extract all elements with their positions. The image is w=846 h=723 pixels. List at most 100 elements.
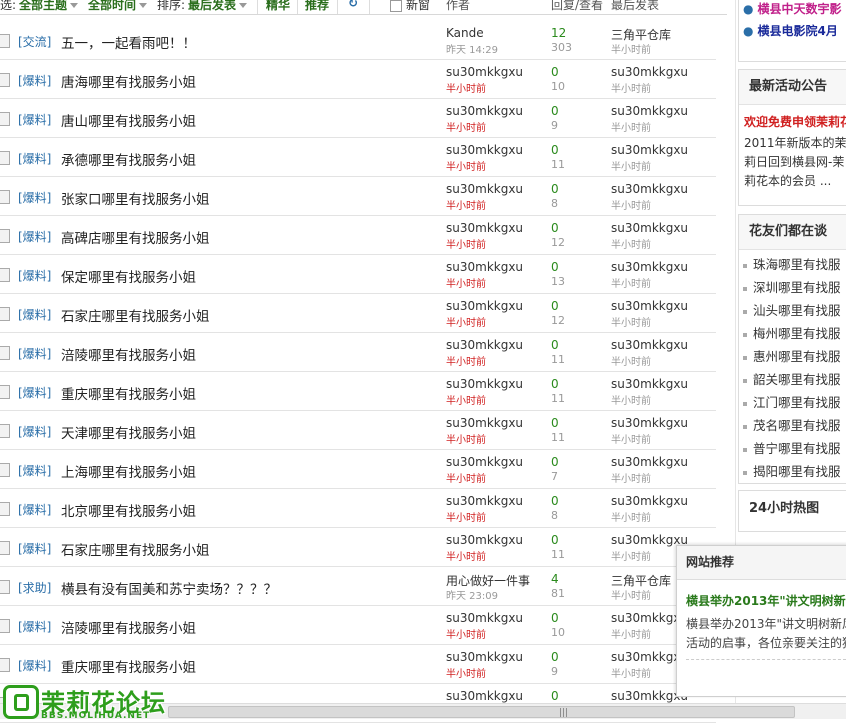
thread-author[interactable]: su30mkkgxu xyxy=(446,455,523,469)
thread-last-poster[interactable]: su30mkkgxu xyxy=(611,416,688,430)
thread-last-poster[interactable]: su30mkkgxu xyxy=(611,143,688,157)
thread-row[interactable]: [爆料] 高碑店哪里有找服务小姐 su30mkkgxu 半小时前 0 12 su30mkkg… xyxy=(0,216,716,255)
thread-row[interactable]: [爆料] 石家庄哪里有找服务小姐 su30mkkgxu 半小时前 0 11 su30mkkg… xyxy=(0,528,716,567)
thread-row[interactable]: [爆料] 石家庄哪里有找服务小姐 su30mkkgxu 半小时前 0 12 su30mkkg… xyxy=(0,294,716,333)
thread-last-poster[interactable]: su30mkkgxu xyxy=(611,221,688,235)
thread-tag[interactable]: [爆料] xyxy=(18,462,51,479)
recommend-title-link[interactable]: 横县举办2013年"讲文明树新 xyxy=(677,580,846,609)
thread-row[interactable]: [爆料] 上海哪里有找服务小姐 su30mkkgxu 半小时前 0 7 su30mkkgxu… xyxy=(0,450,716,489)
thread-author[interactable]: su30mkkgxu xyxy=(446,221,523,235)
thread-tag[interactable]: [爆料] xyxy=(18,72,51,89)
thread-row[interactable]: [爆料] 张家口哪里有找服务小姐 su30mkkgxu 半小时前 0 8 su30mkkgx… xyxy=(0,177,716,216)
thread-title[interactable]: 北京哪里有找服务小姐 xyxy=(61,500,196,520)
thread-last-poster[interactable]: su30mkkgxu xyxy=(611,182,688,196)
thread-title[interactable]: 保定哪里有找服务小姐 xyxy=(61,266,196,286)
checkbox-icon[interactable] xyxy=(390,0,402,12)
thread-author[interactable]: su30mkkgxu xyxy=(446,377,523,391)
hot-topic-item[interactable]: 普宁哪里有找服 xyxy=(743,437,846,460)
thread-author[interactable]: su30mkkgxu xyxy=(446,143,523,157)
thread-author[interactable]: su30mkkgxu xyxy=(446,416,523,430)
thread-row[interactable]: [爆料] 天津哪里有找服务小姐 su30mkkgxu 半小时前 0 11 su30mkkgx… xyxy=(0,411,716,450)
thread-author[interactable]: Kande xyxy=(446,26,484,40)
thread-tag[interactable]: [爆料] xyxy=(18,384,51,401)
thread-tag[interactable]: [爆料] xyxy=(18,618,51,635)
thread-title[interactable]: 五一，一起看雨吧！！ xyxy=(61,32,196,52)
thread-tag[interactable]: [爆料] xyxy=(18,345,51,362)
scrollbar-thumb[interactable]: ||| xyxy=(168,706,795,718)
thread-author[interactable]: su30mkkgxu xyxy=(446,650,523,664)
thread-last-poster[interactable]: su30mkkgxu xyxy=(611,299,688,313)
thread-last-poster[interactable]: su30mkkgxu xyxy=(611,65,688,79)
thread-author[interactable]: su30mkkgxu xyxy=(446,533,523,547)
thread-row[interactable]: [爆料] 北京哪里有找服务小姐 su30mkkgxu 半小时前 0 8 su30mkkgxu… xyxy=(0,489,716,528)
thread-author[interactable]: su30mkkgxu xyxy=(446,104,523,118)
thread-title[interactable]: 石家庄哪里有找服务小姐 xyxy=(61,305,210,325)
thread-row[interactable]: [爆料] 涪陵哪里有找服务小姐 su30mkkgxu 半小时前 0 10 su30mkkgx… xyxy=(0,606,716,645)
thread-title[interactable]: 唐山哪里有找服务小姐 xyxy=(61,110,196,130)
thread-tag[interactable]: [交流] xyxy=(18,33,51,50)
thread-title[interactable]: 涪陵哪里有找服务小姐 xyxy=(61,617,196,637)
new-window-toggle[interactable]: 新窗 xyxy=(390,0,430,13)
thread-title[interactable]: 重庆哪里有找服务小姐 xyxy=(61,656,196,676)
thread-row[interactable]: [爆料] 唐山哪里有找服务小姐 su30mkkgxu 半小时前 0 9 su30mkkgxu… xyxy=(0,99,716,138)
thread-author[interactable]: su30mkkgxu xyxy=(446,689,523,703)
thread-row[interactable]: [爆料] 重庆哪里有找服务小姐 su30mkkgxu 半小时前 0 11 su30mkkgx… xyxy=(0,372,716,411)
thread-title[interactable]: 重庆哪里有找服务小姐 xyxy=(61,383,196,403)
thread-title[interactable]: 石家庄哪里有找服务小姐 xyxy=(61,539,210,559)
thread-tag[interactable]: [爆料] xyxy=(18,111,51,128)
refresh-icon[interactable]: ↻ xyxy=(348,0,358,10)
thread-last-poster[interactable]: su30mkkgxu xyxy=(611,494,688,508)
thread-author[interactable]: su30mkkgxu xyxy=(446,299,523,313)
thread-tag[interactable]: [爆料] xyxy=(18,501,51,518)
thread-title[interactable]: 天津哪里有找服务小姐 xyxy=(61,422,196,442)
thread-author[interactable]: su30mkkgxu xyxy=(446,611,523,625)
thread-author[interactable]: su30mkkgxu xyxy=(446,182,523,196)
thread-row[interactable]: [求助] 横县有没有国美和苏宁卖场？？？？ 用心做好一件事 昨天 23:09 4 81 三角… xyxy=(0,567,716,606)
thread-title[interactable]: 上海哪里有找服务小姐 xyxy=(61,461,196,481)
thread-last-poster[interactable]: su30mkkgxu xyxy=(611,455,688,469)
thread-tag[interactable]: [求助] xyxy=(18,579,51,596)
notice-link[interactable]: 欢迎免费申领茉莉花 xyxy=(739,105,846,130)
thread-tag[interactable]: [爆料] xyxy=(18,189,51,206)
thread-row[interactable]: [爆料] 承德哪里有找服务小姐 su30mkkgxu 半小时前 0 11 su30mkkgx… xyxy=(0,138,716,177)
thread-row[interactable]: [爆料] 重庆哪里有找服务小姐 su30mkkgxu 半小时前 0 9 su30mkkgxu… xyxy=(0,645,716,684)
hot-topic-item[interactable]: 梅州哪里有找服 xyxy=(743,322,846,345)
thread-title[interactable]: 唐海哪里有找服务小姐 xyxy=(61,71,196,91)
thread-tag[interactable]: [爆料] xyxy=(18,228,51,245)
thread-tag[interactable]: [爆料] xyxy=(18,267,51,284)
thread-last-poster[interactable]: su30mkkgxu xyxy=(611,338,688,352)
hot-topic-item[interactable]: 珠海哪里有找服 xyxy=(743,253,846,276)
topic-filter-dropdown[interactable]: 全部主题 xyxy=(19,0,79,13)
sort-dropdown[interactable]: 最后发表 xyxy=(188,0,248,13)
thread-title[interactable]: 涪陵哪里有找服务小姐 xyxy=(61,344,196,364)
thread-author[interactable]: su30mkkgxu xyxy=(446,260,523,274)
hot-topic-item[interactable]: 惠州哪里有找服 xyxy=(743,345,846,368)
thread-row[interactable]: [爆料] 涪陵哪里有找服务小姐 su30mkkgxu 半小时前 0 11 su30mkkgx… xyxy=(0,333,716,372)
thread-last-poster[interactable]: su30mkkgxu xyxy=(611,377,688,391)
thread-tag[interactable]: [爆料] xyxy=(18,423,51,440)
thread-tag[interactable]: [爆料] xyxy=(18,657,51,674)
site-logo[interactable]: 茉莉花论坛 BBS.MOLIHUA.NET xyxy=(3,683,173,721)
thread-tag[interactable]: [爆料] xyxy=(18,306,51,323)
thread-tag[interactable]: [爆料] xyxy=(18,540,51,557)
thread-row[interactable]: [爆料] 唐海哪里有找服务小姐 su30mkkgxu 半小时前 0 10 su30mkkgx… xyxy=(0,60,716,99)
thread-last-poster[interactable]: su30mkkgxu xyxy=(611,260,688,274)
thread-tag[interactable]: [爆料] xyxy=(18,150,51,167)
thread-author[interactable]: su30mkkgxu xyxy=(446,65,523,79)
thread-last-poster[interactable]: su30mkkgxu xyxy=(611,104,688,118)
digest-filter-link[interactable]: 精华 xyxy=(266,0,290,13)
recommend-filter-link[interactable]: 推荐 xyxy=(305,0,329,13)
thread-title[interactable]: 承德哪里有找服务小姐 xyxy=(61,149,196,169)
hot-topic-item[interactable]: 汕头哪里有找服 xyxy=(743,299,846,322)
thread-row[interactable]: [交流] 五一，一起看雨吧！！ Kande 昨天 14:29 12 303 三角平仓库 半小时… xyxy=(0,21,716,60)
thread-row[interactable]: [爆料] 保定哪里有找服务小姐 su30mkkgxu 半小时前 0 13 su30mkkgx… xyxy=(0,255,716,294)
thread-author[interactable]: su30mkkgxu xyxy=(446,494,523,508)
hot-topic-item[interactable]: 江门哪里有找服 xyxy=(743,391,846,414)
time-filter-dropdown[interactable]: 全部时间 xyxy=(88,0,148,13)
hot-topic-item[interactable]: 揭阳哪里有找服 xyxy=(743,460,846,483)
thread-title[interactable]: 张家口哪里有找服务小姐 xyxy=(61,188,210,208)
hot-topic-item[interactable]: 韶关哪里有找服 xyxy=(743,368,846,391)
thread-title[interactable]: 高碑店哪里有找服务小姐 xyxy=(61,227,210,247)
hot-topic-item[interactable]: 深圳哪里有找服 xyxy=(743,276,846,299)
sidebar-top-link[interactable]: ● 横县电影院4月 xyxy=(739,20,846,42)
